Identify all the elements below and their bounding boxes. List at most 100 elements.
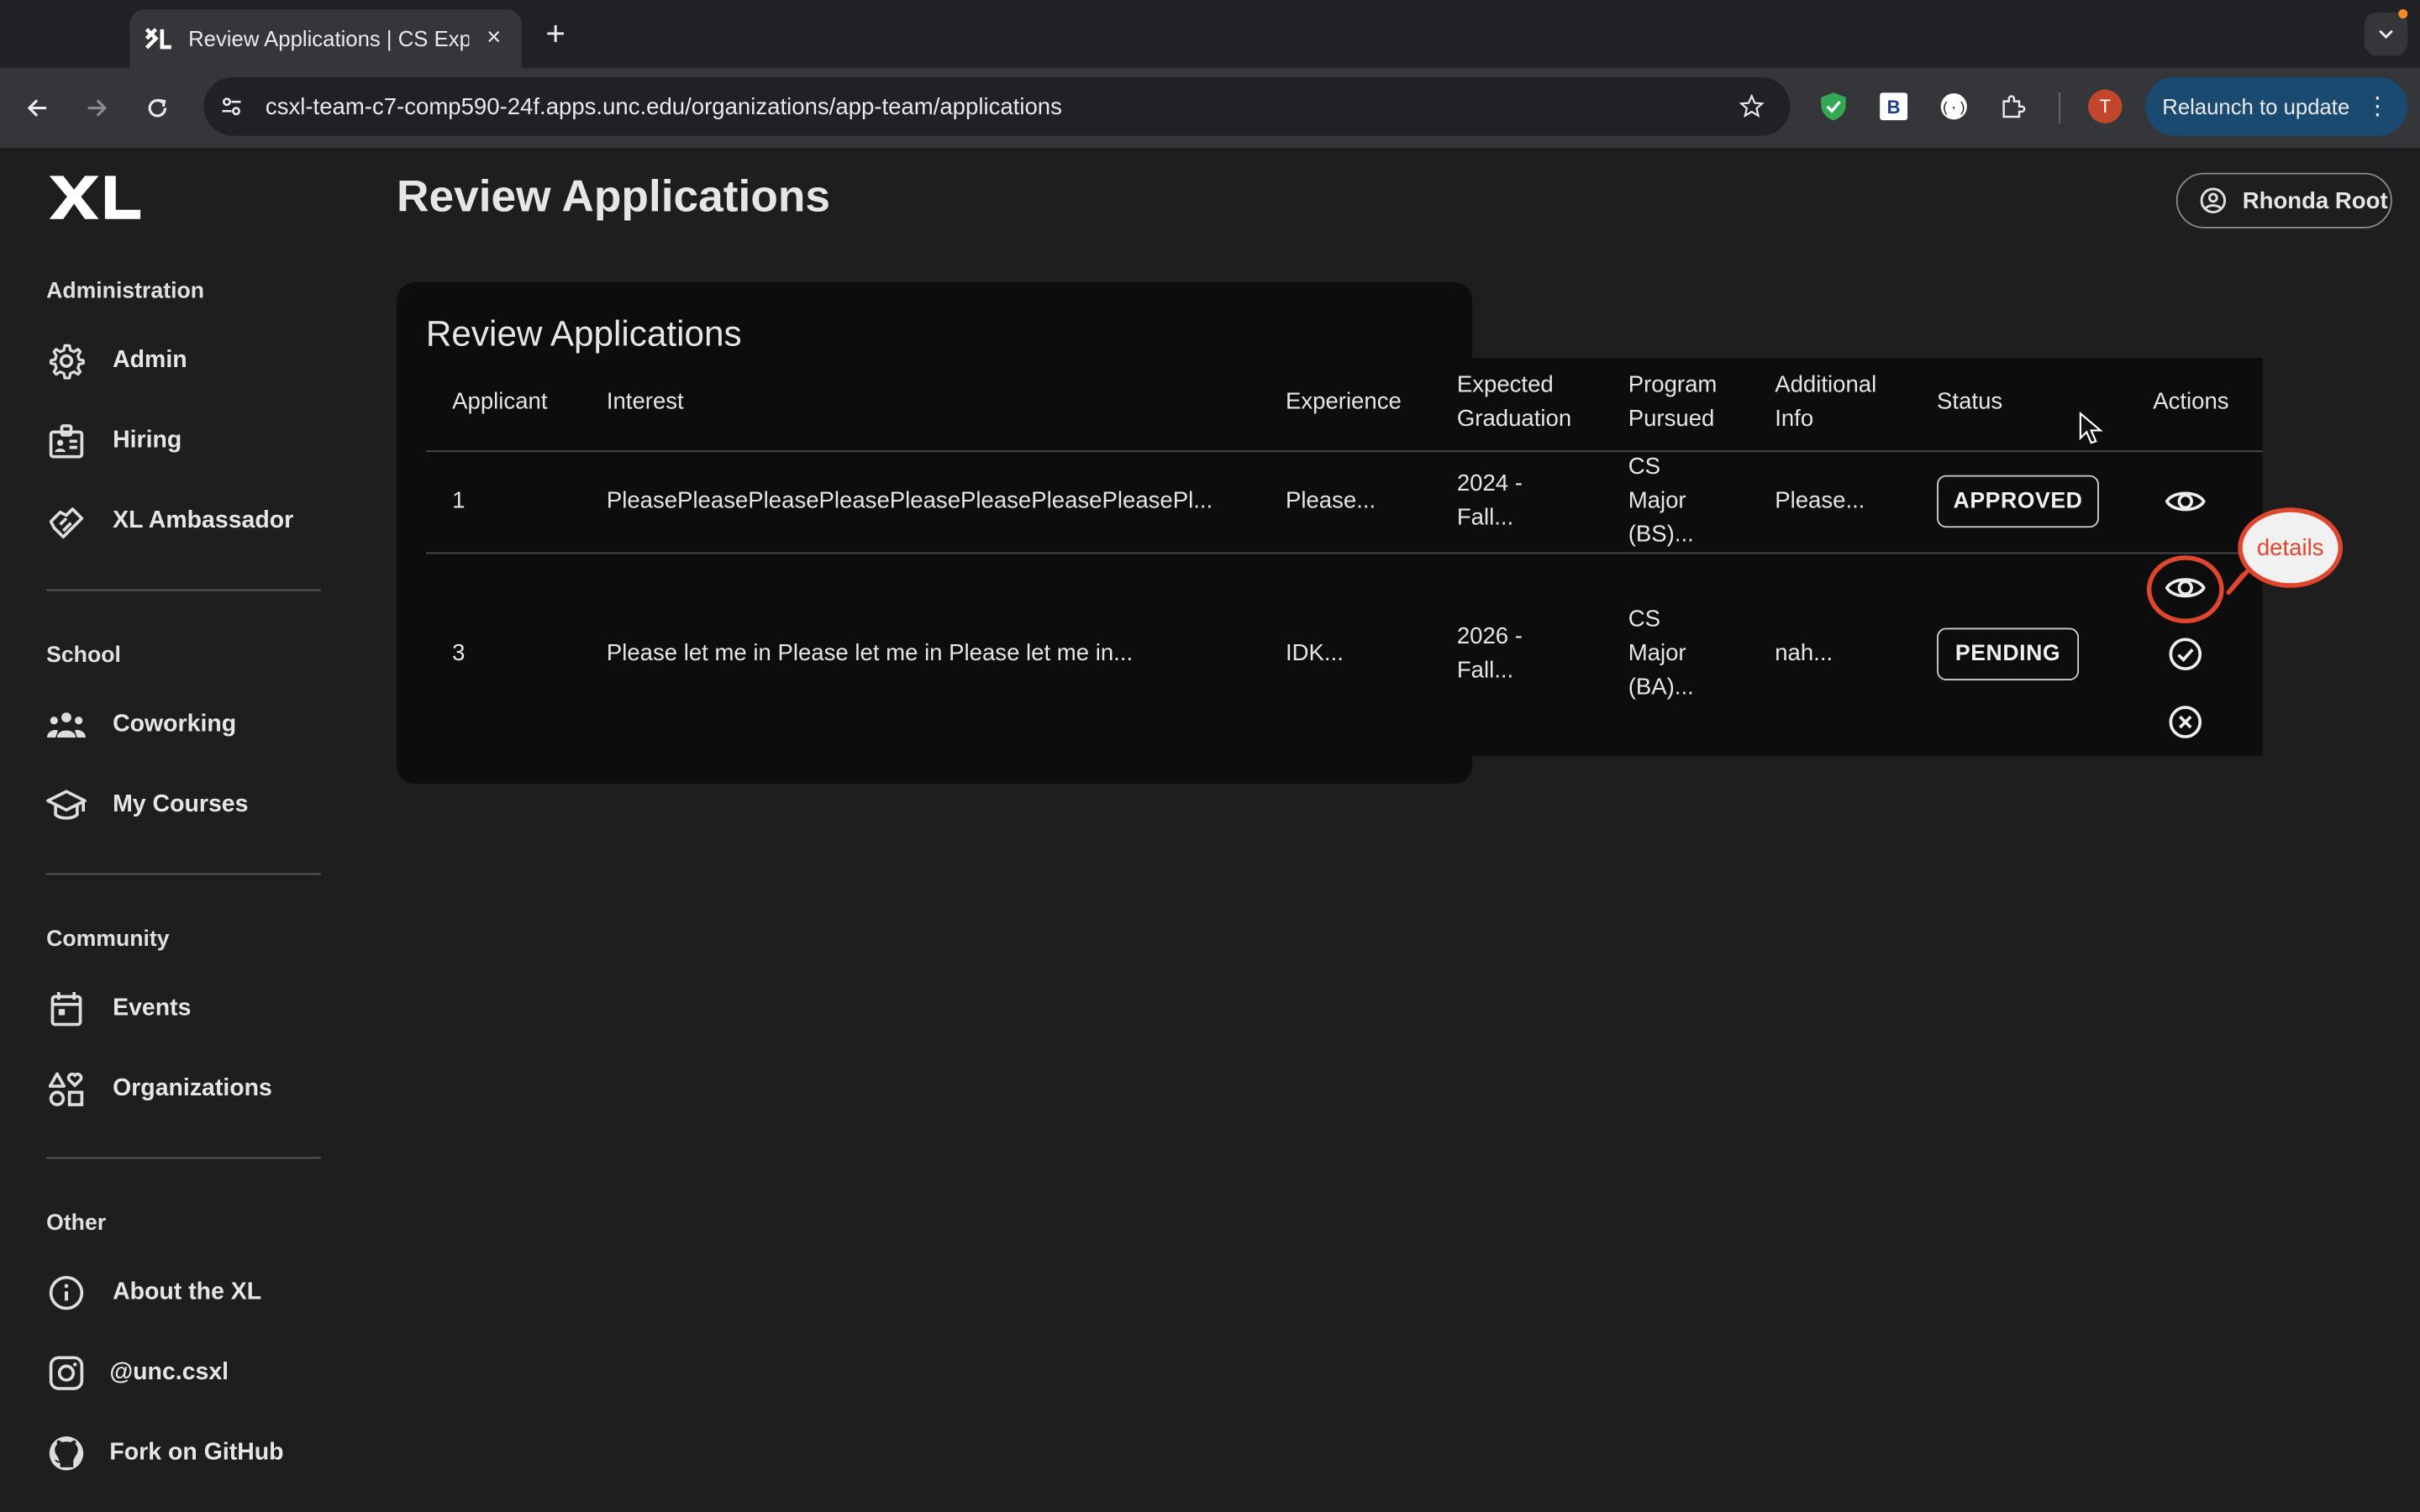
section-title-other: Other [46, 1210, 107, 1236]
xl-logo-icon [49, 176, 141, 219]
sidebar-divider [46, 1157, 322, 1159]
sidebar-item-label: Hiring [113, 427, 182, 454]
browser-tab-active[interactable]: Review Applications | CS Exp × [129, 9, 522, 68]
check-circle-icon[interactable] [2164, 633, 2207, 675]
url-text[interactable]: csxl-team-c7-comp590-24f.apps.unc.edu/or… [266, 93, 1735, 119]
sidebar-item-label: Fork on GitHub [109, 1439, 284, 1466]
notification-dot [2398, 9, 2408, 19]
browser-tab-strip: Review Applications | CS Exp × + [0, 0, 2420, 68]
code-extension-icon[interactable]: (·) [1937, 90, 1970, 123]
info-icon [46, 1273, 87, 1313]
sidebar-item-label: Coworking [113, 711, 237, 738]
cell-interest: PleasePleasePleasePleasePleasePleasePlea… [606, 487, 1213, 514]
gear-icon [46, 341, 87, 381]
eye-icon[interactable] [2164, 480, 2207, 522]
tab-search-button[interactable] [2364, 12, 2408, 56]
sidebar-item-events[interactable]: Events [46, 987, 191, 1030]
group-icon [46, 705, 87, 745]
calendar-icon [46, 989, 87, 1029]
puzzle-extensions-icon[interactable] [1997, 90, 2031, 123]
sidebar-item-about[interactable]: About the XL [46, 1271, 261, 1314]
cell-graduation-line2: Fall... [1456, 657, 1514, 684]
sidebar-item-label: Admin [113, 347, 187, 374]
chevron-down-icon [2379, 29, 2393, 39]
address-bar[interactable]: csxl-team-c7-comp590-24f.apps.unc.edu/or… [203, 76, 1791, 136]
new-tab-button[interactable]: + [537, 14, 574, 52]
tab-close-icon[interactable]: × [481, 24, 506, 52]
sidebar-item-instagram[interactable]: @unc.csxl [46, 1352, 229, 1394]
xl-favicon-icon [145, 24, 173, 52]
cancel-circle-icon[interactable] [2164, 701, 2207, 743]
reload-button[interactable] [139, 90, 176, 127]
shield-extension-icon[interactable] [1817, 90, 1850, 123]
reload-icon [148, 98, 167, 118]
xl-logo[interactable] [46, 170, 142, 233]
applications-card [397, 282, 1473, 785]
sidebar-item-coworking[interactable]: Coworking [46, 704, 236, 747]
tab-title: Review Applications | CS Exp [188, 26, 470, 51]
mouse-cursor-icon [2079, 412, 2103, 444]
column-header-interest: Interest [606, 388, 684, 416]
cell-additional-info: Please... [1775, 487, 1865, 514]
sidebar-divider [46, 873, 322, 875]
cell-graduation-line1: 2026 - [1456, 623, 1523, 650]
callout-label: details [2256, 534, 2324, 561]
instagram-icon [46, 1353, 87, 1394]
github-icon [46, 1433, 87, 1473]
back-button[interactable] [18, 90, 55, 127]
bookmark-star-icon[interactable] [1734, 90, 1768, 123]
column-header-experience: Experience [1285, 388, 1402, 416]
cell-program-line3: (BA)... [1628, 674, 1694, 701]
cell-interest: Please let me in Please let me in Please… [606, 640, 1134, 667]
cell-program-line3: (BS)... [1628, 521, 1694, 549]
relaunch-label: Relaunch to update [2162, 94, 2350, 119]
cell-applicant: 1 [452, 487, 466, 514]
sidebar-item-hiring[interactable]: Hiring [46, 420, 182, 463]
user-name: Rhonda Root [2242, 187, 2388, 214]
cell-program-line1: CS [1628, 606, 1661, 633]
cell-graduation-line2: Fall... [1456, 504, 1514, 531]
section-title-school: School [46, 643, 121, 669]
cell-program-line2: Major [1628, 487, 1686, 514]
cell-program-line2: Major [1628, 640, 1686, 667]
user-profile-button[interactable]: Rhonda Root [2175, 172, 2392, 228]
cell-graduation-line1: 2024 - [1456, 470, 1523, 497]
arrow-left-icon [27, 99, 47, 117]
arrow-right-icon [87, 99, 108, 117]
column-header-applicant: Applicant [452, 388, 548, 416]
app-root: Administration Admin Hiring XL Ambassado… [0, 148, 2420, 1512]
column-header-actions: Actions [2153, 388, 2229, 416]
cell-applicant: 3 [452, 640, 466, 667]
highlight-ring [2146, 555, 2224, 624]
forward-button[interactable] [79, 90, 116, 127]
cell-program-line1: CS [1628, 453, 1661, 480]
details-callout: details [2238, 507, 2344, 588]
column-header-program-pursued: Program Pursued [1628, 371, 1718, 433]
sidebar-item-github[interactable]: Fork on GitHub [46, 1431, 284, 1474]
site-info-icon[interactable] [219, 92, 247, 120]
table-header-divider [425, 450, 2263, 453]
sidebar-item-organizations[interactable]: Organizations [46, 1068, 272, 1110]
sidebar-item-admin[interactable]: Admin [46, 339, 187, 382]
b-extension-icon[interactable]: B [1876, 90, 1910, 123]
card-title: Review Applications [425, 312, 742, 354]
status-badge: APPROVED [1937, 475, 2099, 528]
handshake-icon [46, 501, 87, 542]
column-header-expected-graduation: Expected Graduation [1456, 371, 1572, 433]
more-vert-icon[interactable]: ⋮ [2365, 91, 2390, 122]
page-title: Review Applications [397, 172, 831, 223]
relaunch-button[interactable]: Relaunch to update ⋮ [2145, 76, 2408, 136]
sidebar-item-my-courses[interactable]: My Courses [46, 784, 248, 827]
cell-experience: IDK... [1285, 640, 1344, 667]
school-icon [46, 785, 87, 826]
sidebar-item-xl-ambassador[interactable]: XL Ambassador [46, 500, 293, 543]
svg-text:(·): (·) [1941, 100, 1966, 116]
browser-toolbar: csxl-team-c7-comp590-24f.apps.unc.edu/or… [0, 67, 2420, 149]
sidebar: Administration Admin Hiring XL Ambassado… [0, 148, 371, 1512]
shapes-icon [46, 1069, 87, 1110]
profile-avatar[interactable]: T [2088, 89, 2123, 123]
status-badge: PENDING [1937, 627, 2080, 680]
sidebar-item-label: My Courses [113, 791, 249, 818]
sidebar-item-label: Organizations [113, 1075, 272, 1102]
table-row-divider [425, 552, 2263, 554]
